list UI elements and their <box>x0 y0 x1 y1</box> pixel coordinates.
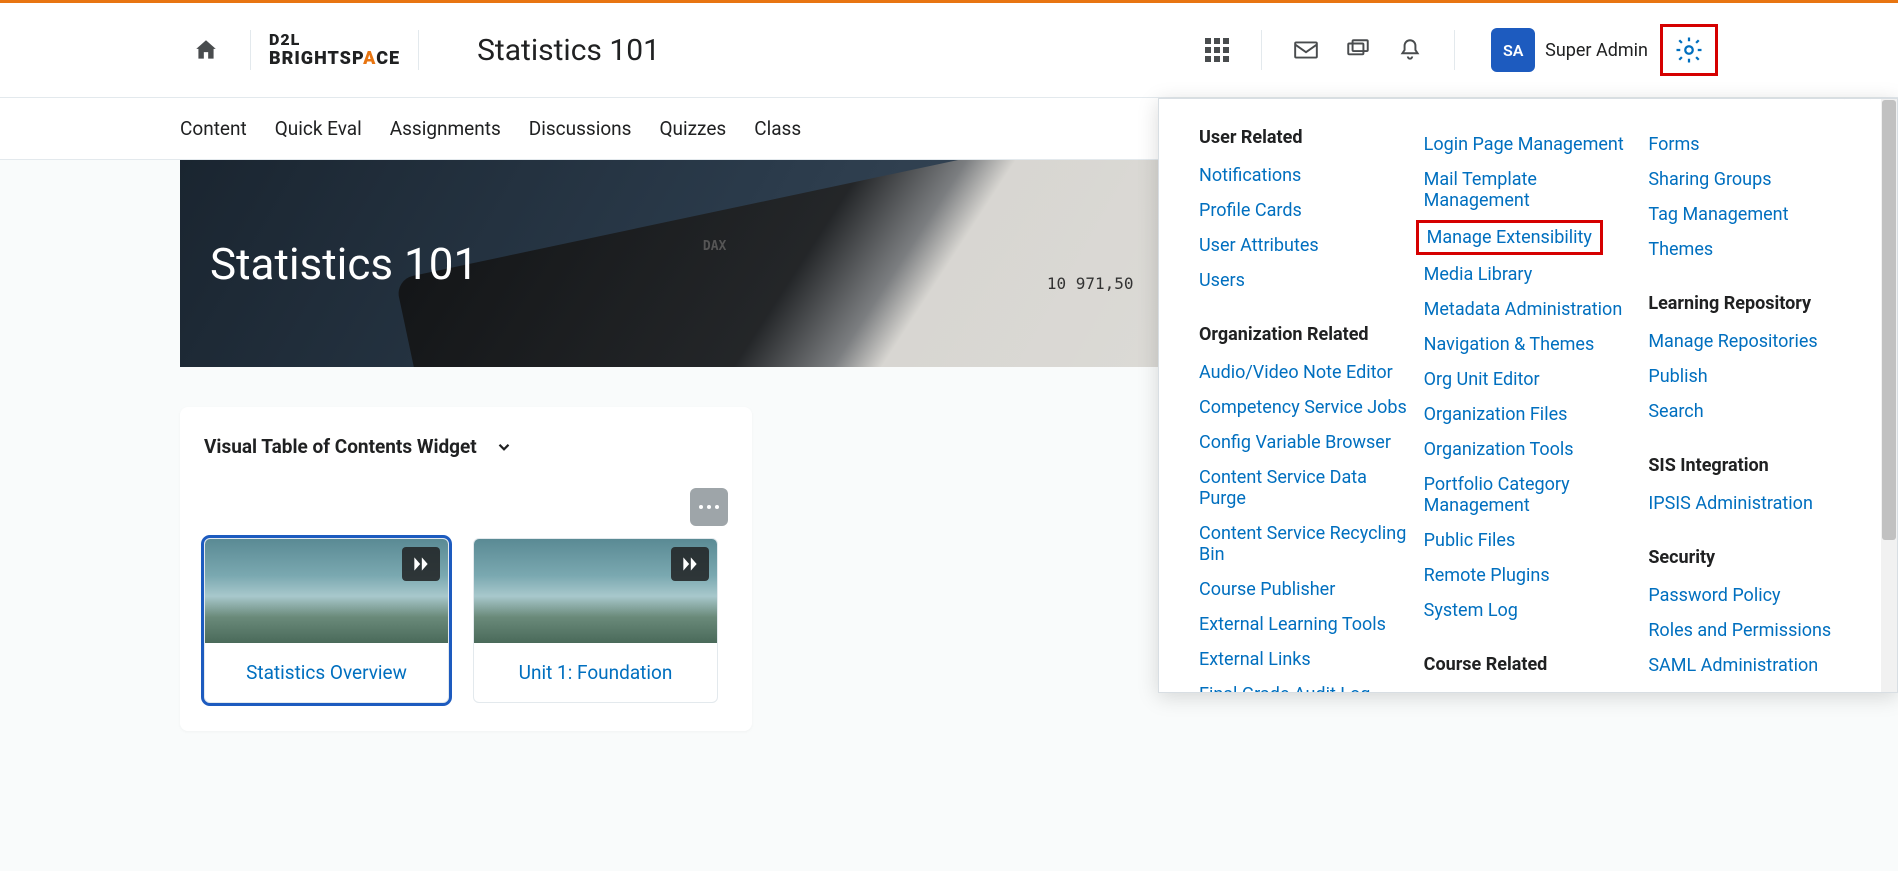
heading-sis: SIS Integration <box>1648 455 1861 476</box>
admin-link-metadata-administration[interactable]: Metadata Administration <box>1424 292 1637 327</box>
admin-link-sharing-groups[interactable]: Sharing Groups <box>1648 162 1861 197</box>
admin-link-content-service-data-purge[interactable]: Content Service Data Purge <box>1199 460 1412 516</box>
nav-discussions[interactable]: Discussions <box>529 117 632 140</box>
nav-assignments[interactable]: Assignments <box>390 117 501 140</box>
banner-dax: DAX <box>703 239 726 254</box>
separator <box>1454 30 1455 70</box>
admin-link-media-library[interactable]: Media Library <box>1424 257 1637 292</box>
toc-widget: Visual Table of Contents Widget Statisti… <box>180 407 752 731</box>
menu-col-3: FormsSharing GroupsTag ManagementThemes … <box>1648 127 1873 664</box>
admin-link-audio-video-note-editor[interactable]: Audio/Video Note Editor <box>1199 355 1412 390</box>
admin-link-org-unit-editor[interactable]: Org Unit Editor <box>1424 362 1637 397</box>
admin-link-themes[interactable]: Themes <box>1648 232 1861 267</box>
admin-link-manage-repositories[interactable]: Manage Repositories <box>1648 324 1861 359</box>
separator <box>418 30 419 70</box>
apps-grid-icon[interactable] <box>1203 36 1231 64</box>
nav-content[interactable]: Content <box>180 117 247 140</box>
widget-title: Visual Table of Contents Widget <box>204 435 477 458</box>
nav-quick-eval[interactable]: Quick Eval <box>275 117 362 140</box>
admin-link-forms[interactable]: Forms <box>1648 127 1861 162</box>
admin-link-navigation-themes[interactable]: Navigation & Themes <box>1424 327 1637 362</box>
chat-icon[interactable] <box>1344 36 1372 64</box>
admin-link-profile-cards[interactable]: Profile Cards <box>1199 193 1412 228</box>
brightspace-logo[interactable]: D2L BRIGHTSPACE <box>269 32 400 68</box>
menu-col-1: User Related NotificationsProfile CardsU… <box>1199 127 1424 664</box>
admin-link-mail-template-management[interactable]: Mail Template Management <box>1424 162 1637 218</box>
admin-link-course-publisher[interactable]: Course Publisher <box>1199 572 1412 607</box>
separator <box>1261 30 1262 70</box>
widget-more-button[interactable] <box>690 488 728 526</box>
admin-link-external-links[interactable]: External Links <box>1199 642 1412 677</box>
admin-gear-button[interactable] <box>1660 24 1718 76</box>
admin-link-login-page-management[interactable]: Login Page Management <box>1424 127 1637 162</box>
admin-link-user-attributes[interactable]: User Attributes <box>1199 228 1412 263</box>
bell-icon[interactable] <box>1396 36 1424 64</box>
admin-link-ipsis-administration[interactable]: IPSIS Administration <box>1648 486 1861 521</box>
menu-col-2: Login Page ManagementMail Template Manag… <box>1424 127 1649 664</box>
admin-link-manage-extensibility[interactable]: Manage Extensibility <box>1416 220 1603 255</box>
admin-link-attendance-schemes[interactable]: Attendance Schemes <box>1424 685 1637 693</box>
menu-scrollbar[interactable] <box>1881 99 1897 692</box>
admin-link-users[interactable]: Users <box>1199 263 1412 298</box>
admin-link-saml-administration[interactable]: SAML Administration <box>1648 648 1861 683</box>
topbar-right: SA Super Admin <box>1191 24 1718 76</box>
admin-link-config-variable-browser[interactable]: Config Variable Browser <box>1199 425 1412 460</box>
admin-link-system-log[interactable]: System Log <box>1424 593 1637 628</box>
heading-course-related: Course Related <box>1424 654 1637 675</box>
admin-link-search[interactable]: Search <box>1648 394 1861 429</box>
admin-link-password-policy[interactable]: Password Policy <box>1648 578 1861 613</box>
admin-link-external-learning-tools[interactable]: External Learning Tools <box>1199 607 1412 642</box>
widget-header[interactable]: Visual Table of Contents Widget <box>204 435 728 458</box>
tile-thumbnail <box>474 539 717 643</box>
fast-forward-icon <box>402 547 440 581</box>
admin-link-portfolio-category-management[interactable]: Portfolio Category Management <box>1424 467 1637 523</box>
banner-title: Statistics 101 <box>210 238 478 290</box>
heading-learning-repo: Learning Repository <box>1648 293 1861 314</box>
admin-link-roles-and-permissions[interactable]: Roles and Permissions <box>1648 613 1861 648</box>
admin-link-content-service-recycling-bin[interactable]: Content Service Recycling Bin <box>1199 516 1412 572</box>
heading-org-related: Organization Related <box>1199 324 1412 345</box>
admin-link-remote-plugins[interactable]: Remote Plugins <box>1424 558 1637 593</box>
nav-quizzes[interactable]: Quizzes <box>659 117 726 140</box>
tile-thumbnail <box>205 539 448 643</box>
admin-link-publish[interactable]: Publish <box>1648 359 1861 394</box>
admin-link-competency-service-jobs[interactable]: Competency Service Jobs <box>1199 390 1412 425</box>
tile-label: Statistics Overview <box>205 643 448 702</box>
username[interactable]: Super Admin <box>1545 40 1648 61</box>
tile-label: Unit 1: Foundation <box>474 643 717 702</box>
toc-tiles: Statistics Overview Unit 1: Foundation <box>204 538 728 703</box>
admin-link-final-grade-audit-log[interactable]: Final Grade Audit Log <box>1199 677 1412 693</box>
admin-link-public-files[interactable]: Public Files <box>1424 523 1637 558</box>
home-icon[interactable] <box>192 36 220 64</box>
fast-forward-icon <box>671 547 709 581</box>
avatar[interactable]: SA <box>1491 28 1535 72</box>
admin-link-organization-tools[interactable]: Organization Tools <box>1424 432 1637 467</box>
toc-tile[interactable]: Unit 1: Foundation <box>473 538 718 703</box>
mail-icon[interactable] <box>1292 36 1320 64</box>
topbar: D2L BRIGHTSPACE Statistics 101 SA Super … <box>0 3 1898 98</box>
admin-tools-menu: User Related NotificationsProfile CardsU… <box>1158 98 1898 693</box>
course-title: Statistics 101 <box>477 33 660 68</box>
heading-security: Security <box>1648 547 1861 568</box>
separator <box>250 30 251 70</box>
admin-link-organization-files[interactable]: Organization Files <box>1424 397 1637 432</box>
gear-icon <box>1674 35 1704 65</box>
admin-link-tag-management[interactable]: Tag Management <box>1648 197 1861 232</box>
toc-tile[interactable]: Statistics Overview <box>204 538 449 703</box>
logo-bottom: BRIGHTSPACE <box>269 50 400 68</box>
admin-link-notifications[interactable]: Notifications <box>1199 158 1412 193</box>
chevron-down-icon <box>495 438 513 456</box>
banner-number: 10 971,50 <box>1047 274 1134 293</box>
heading-user-related: User Related <box>1199 127 1412 148</box>
nav-class[interactable]: Class <box>754 117 801 140</box>
logo-top: D2L <box>269 32 300 48</box>
